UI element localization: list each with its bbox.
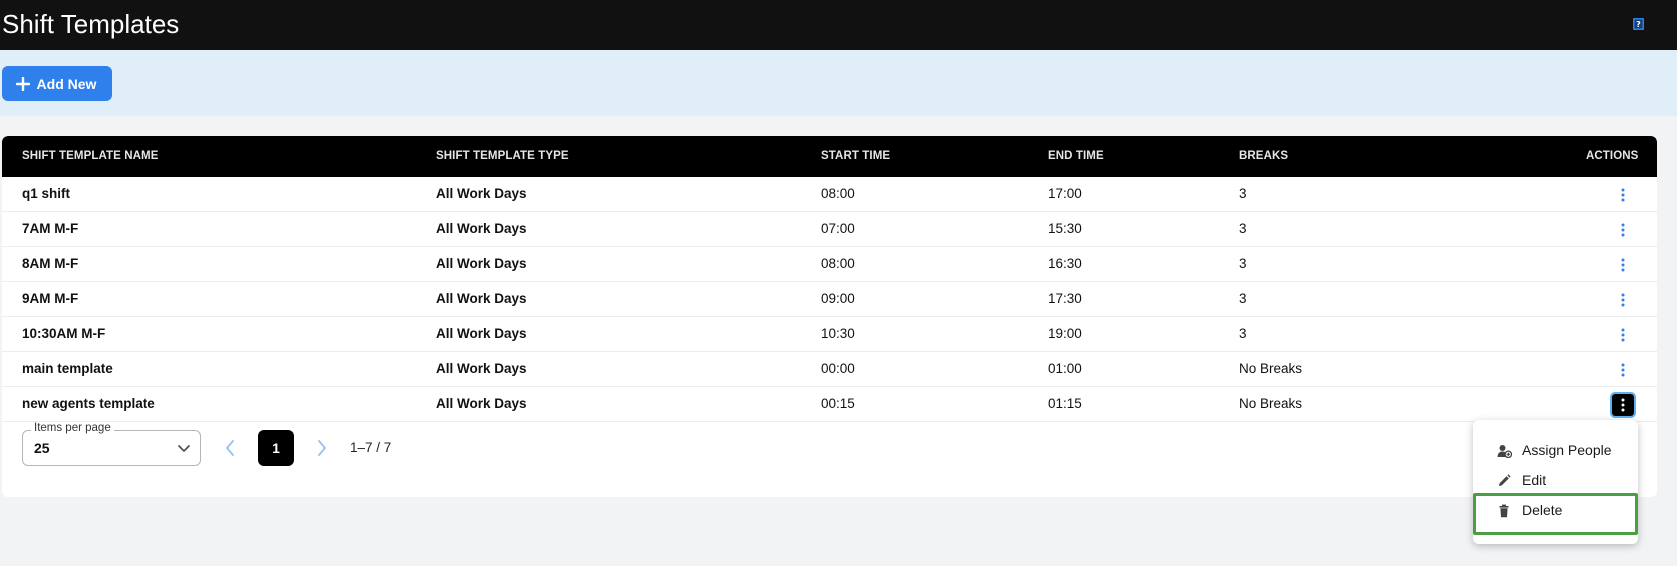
row-actions-kebab-icon[interactable] bbox=[1613, 325, 1633, 345]
cell-type: All Work Days bbox=[436, 186, 527, 201]
cell-start-time: 08:00 bbox=[821, 186, 855, 201]
help-book-icon[interactable]: ? bbox=[1632, 17, 1645, 31]
cell-end-time: 16:30 bbox=[1048, 256, 1082, 271]
column-header-type[interactable]: SHIFT TEMPLATE TYPE bbox=[436, 136, 569, 177]
next-page-chevron-right-icon[interactable] bbox=[313, 437, 331, 459]
cell-end-time: 01:00 bbox=[1048, 361, 1082, 376]
table-row[interactable]: new agents template All Work Days 00:15 … bbox=[2, 387, 1657, 422]
page-range-text: 1–7 / 7 bbox=[350, 440, 392, 455]
add-new-label: Add New bbox=[36, 75, 97, 92]
column-header-actions: ACTIONS bbox=[1586, 150, 1639, 162]
plus-icon bbox=[15, 76, 30, 91]
menu-item-label: Edit bbox=[1522, 472, 1547, 488]
page: Shift Templates ? Add New SHIFT TEMPLATE… bbox=[0, 0, 1677, 566]
prev-page-chevron-left-icon[interactable] bbox=[221, 437, 239, 459]
cell-name: 7AM M-F bbox=[22, 221, 79, 236]
pagination: Items per page 25 1 1–7 / 7 bbox=[2, 422, 1657, 483]
column-header-end-time[interactable]: END TIME bbox=[1048, 136, 1104, 177]
column-header-breaks[interactable]: BREAKS bbox=[1239, 136, 1288, 177]
column-header-start-time[interactable]: START TIME bbox=[821, 136, 890, 177]
cell-end-time: 15:30 bbox=[1048, 221, 1082, 236]
top-bar: Shift Templates ? bbox=[0, 0, 1677, 50]
row-actions-kebab-icon-active[interactable] bbox=[1610, 392, 1636, 418]
cell-start-time: 00:00 bbox=[821, 361, 855, 376]
page-title: Shift Templates bbox=[2, 9, 180, 39]
assign-person-icon bbox=[1497, 444, 1513, 459]
cell-end-time: 19:00 bbox=[1048, 326, 1082, 341]
cell-type: All Work Days bbox=[436, 396, 527, 411]
cell-start-time: 00:15 bbox=[821, 396, 855, 411]
cell-start-time: 07:00 bbox=[821, 221, 855, 236]
cell-type: All Work Days bbox=[436, 291, 527, 306]
column-header-name[interactable]: SHIFT TEMPLATE NAME bbox=[22, 136, 159, 177]
cell-breaks: 3 bbox=[1239, 256, 1247, 271]
cell-type: All Work Days bbox=[436, 326, 527, 341]
cell-type: All Work Days bbox=[436, 361, 527, 376]
cell-name: 10:30AM M-F bbox=[22, 326, 106, 341]
cell-start-time: 09:00 bbox=[821, 291, 855, 306]
add-new-button[interactable]: Add New bbox=[2, 66, 112, 101]
menu-item-label: Assign People bbox=[1522, 442, 1612, 458]
cell-name: q1 shift bbox=[22, 186, 71, 201]
trash-icon bbox=[1497, 504, 1511, 518]
cell-breaks: No Breaks bbox=[1239, 361, 1303, 376]
svg-text:?: ? bbox=[1636, 20, 1641, 29]
cell-breaks: No Breaks bbox=[1239, 396, 1303, 411]
menu-item-assign-people[interactable]: Assign People bbox=[1473, 436, 1638, 466]
action-bar: Add New bbox=[0, 50, 1677, 116]
cell-end-time: 01:15 bbox=[1048, 396, 1082, 411]
cell-start-time: 10:30 bbox=[821, 326, 855, 341]
row-actions-kebab-icon[interactable] bbox=[1613, 255, 1633, 275]
table-row[interactable]: q1 shift All Work Days 08:00 17:00 3 bbox=[2, 177, 1657, 212]
table-row[interactable]: main template All Work Days 00:00 01:00 … bbox=[2, 352, 1657, 387]
table-header: SHIFT TEMPLATE NAME SHIFT TEMPLATE TYPE … bbox=[2, 136, 1657, 177]
row-actions-menu: Assign People Edit Delete bbox=[1473, 420, 1638, 544]
cell-name: 9AM M-F bbox=[22, 291, 79, 306]
items-per-page-select[interactable]: Items per page 25 bbox=[22, 422, 201, 466]
row-actions-kebab-icon[interactable] bbox=[1613, 185, 1633, 205]
table-row[interactable]: 7AM M-F All Work Days 07:00 15:30 3 bbox=[2, 212, 1657, 247]
items-per-page-value: 25 bbox=[34, 440, 50, 456]
row-actions-kebab-icon[interactable] bbox=[1613, 360, 1633, 380]
cell-breaks: 3 bbox=[1239, 291, 1247, 306]
table-row[interactable]: 8AM M-F All Work Days 08:00 16:30 3 bbox=[2, 247, 1657, 282]
pencil-icon bbox=[1497, 474, 1511, 488]
cell-type: All Work Days bbox=[436, 256, 527, 271]
cell-breaks: 3 bbox=[1239, 186, 1247, 201]
cell-breaks: 3 bbox=[1239, 221, 1247, 236]
menu-item-delete[interactable]: Delete bbox=[1473, 496, 1638, 526]
chevron-down-icon bbox=[177, 441, 191, 460]
cell-end-time: 17:00 bbox=[1048, 186, 1082, 201]
cell-name: new agents template bbox=[22, 396, 155, 411]
cell-breaks: 3 bbox=[1239, 326, 1247, 341]
shift-templates-table-card: SHIFT TEMPLATE NAME SHIFT TEMPLATE TYPE … bbox=[2, 136, 1657, 497]
table-row[interactable]: 10:30AM M-F All Work Days 10:30 19:00 3 bbox=[2, 317, 1657, 352]
table-row[interactable]: 9AM M-F All Work Days 09:00 17:30 3 bbox=[2, 282, 1657, 317]
row-actions-kebab-icon[interactable] bbox=[1613, 220, 1633, 240]
cell-start-time: 08:00 bbox=[821, 256, 855, 271]
items-per-page-label: Items per page bbox=[31, 422, 114, 434]
cell-name: 8AM M-F bbox=[22, 256, 79, 271]
menu-item-edit[interactable]: Edit bbox=[1473, 466, 1638, 496]
menu-item-label: Delete bbox=[1522, 502, 1563, 518]
cell-type: All Work Days bbox=[436, 221, 527, 236]
cell-end-time: 17:30 bbox=[1048, 291, 1082, 306]
page-number-button[interactable]: 1 bbox=[258, 430, 294, 466]
row-actions-kebab-icon[interactable] bbox=[1613, 290, 1633, 310]
cell-name: main template bbox=[22, 361, 113, 376]
